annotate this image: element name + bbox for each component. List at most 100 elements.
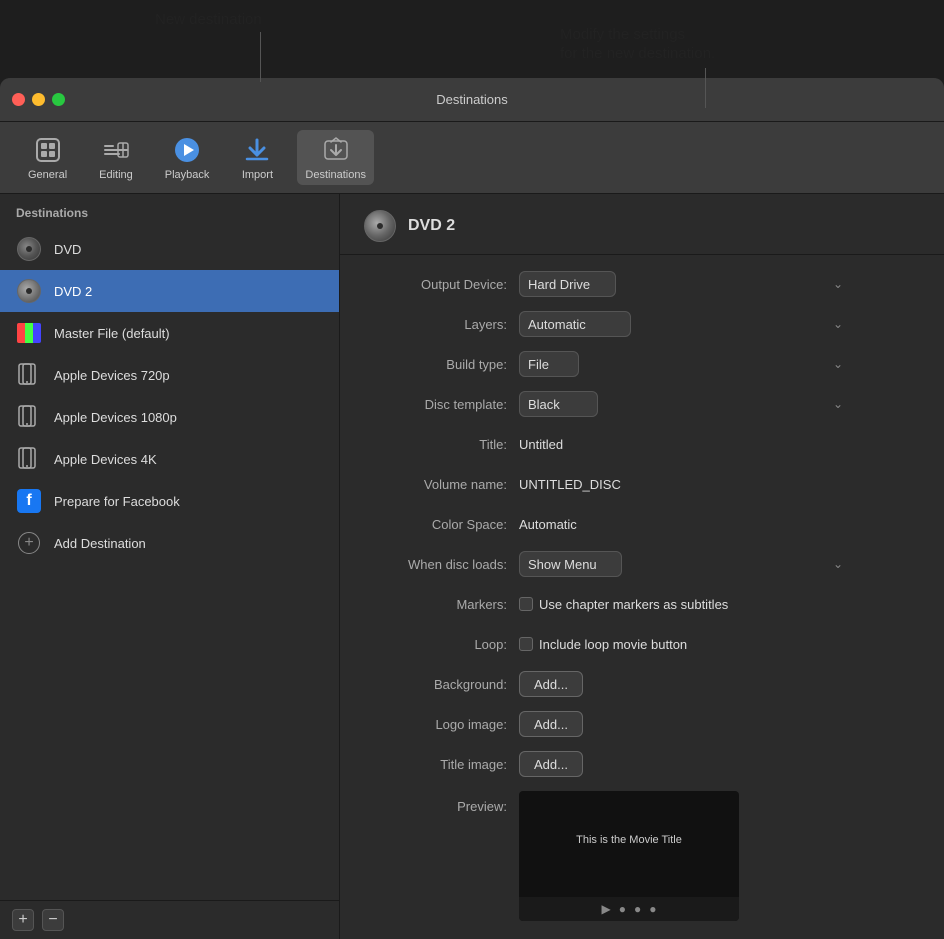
background-add-button[interactable]: Add... [519,671,583,697]
add-destination-button[interactable]: + [12,909,34,931]
sidebar-item-facebook-label: Prepare for Facebook [54,494,180,509]
sidebar-item-add-destination[interactable]: + Add Destination [0,522,339,564]
detail-dvd-icon [364,210,396,242]
detail-panel: DVD 2 Output Device: Hard Drive DVD Driv… [340,194,944,939]
sidebar-item-dvd2[interactable]: DVD 2 [0,270,339,312]
minimize-button[interactable] [32,93,45,106]
markers-checkbox-label: Use chapter markers as subtitles [539,597,728,612]
background-row: Background: Add... [364,671,920,697]
device720-icon [16,362,42,388]
color-space-row: Color Space: Automatic [364,511,920,537]
title-image-add-button[interactable]: Add... [519,751,583,777]
build-type-row: Build type: File Disc [364,351,920,377]
background-label: Background: [364,677,519,692]
when-disc-loads-row: When disc loads: Show Menu Play Movie [364,551,920,577]
sidebar-item-add-label: Add Destination [54,536,146,551]
close-button[interactable] [12,93,25,106]
toolbar-item-general[interactable]: General [20,130,75,185]
dvd2-icon [16,278,42,304]
markers-checkbox[interactable] [519,597,533,611]
volume-name-value: UNTITLED_DISC [519,477,621,492]
preview-dot1: ● [619,902,626,916]
sidebar-item-facebook[interactable]: f Prepare for Facebook [0,480,339,522]
sidebar-item-apple1080[interactable]: Apple Devices 1080p [0,396,339,438]
toolbar-item-destinations[interactable]: Destinations [297,130,374,185]
markers-checkbox-row: Use chapter markers as subtitles [519,597,728,612]
toolbar-item-import[interactable]: Import [233,130,281,185]
preview-dot2: ● [634,902,641,916]
dvd-icon [16,236,42,262]
preview-box: This is the Movie Title ▶ ● ● ● [519,791,739,921]
traffic-lights [12,93,65,106]
device1080-icon [16,404,42,430]
destinations-icon [320,134,352,166]
sidebar-item-dvd[interactable]: DVD [0,228,339,270]
loop-checkbox-label: Include loop movie button [539,637,687,652]
playback-label: Playback [165,169,210,181]
preview-label: Preview: [364,791,519,814]
sidebar-item-apple4k-label: Apple Devices 4K [54,452,157,467]
logo-image-add-button[interactable]: Add... [519,711,583,737]
volume-name-row: Volume name: UNTITLED_DISC [364,471,920,497]
when-disc-loads-wrapper: Show Menu Play Movie [519,551,849,577]
preview-dot3: ● [649,902,656,916]
general-icon [32,134,64,166]
annotation-line-new-dest [260,32,261,82]
disc-template-wrapper: Black White Custom [519,391,849,417]
toolbar: General Editing [0,122,944,194]
output-device-row: Output Device: Hard Drive DVD Drive File [364,271,920,297]
title-label: Title: [364,437,519,452]
output-device-select[interactable]: Hard Drive DVD Drive File [519,271,616,297]
disc-template-label: Disc template: [364,397,519,412]
build-type-wrapper: File Disc [519,351,849,377]
preview-text: This is the Movie Title [576,834,682,846]
disc-template-select[interactable]: Black White Custom [519,391,598,417]
sidebar-item-dvd2-label: DVD 2 [54,284,92,299]
preview-content: This is the Movie Title [519,791,739,897]
device4k-icon [16,446,42,472]
sidebar-footer: + − [0,900,339,939]
toolbar-item-playback[interactable]: Playback [157,130,218,185]
loop-label: Loop: [364,637,519,652]
volume-name-label: Volume name: [364,477,519,492]
window-title: Destinations [436,92,508,107]
when-disc-loads-select[interactable]: Show Menu Play Movie [519,551,622,577]
facebook-icon: f [16,488,42,514]
playback-icon [171,134,203,166]
loop-checkbox[interactable] [519,637,533,651]
remove-destination-button[interactable]: − [42,909,64,931]
build-type-select[interactable]: File Disc [519,351,579,377]
when-disc-loads-label: When disc loads: [364,557,519,572]
titlebar: Destinations [0,78,944,122]
output-device-wrapper: Hard Drive DVD Drive File [519,271,849,297]
disc-template-row: Disc template: Black White Custom [364,391,920,417]
preview-play-icon[interactable]: ▶ [602,902,611,916]
sidebar-item-apple720[interactable]: Apple Devices 720p [0,354,339,396]
loop-row: Loop: Include loop movie button [364,631,920,657]
sidebar-item-master-label: Master File (default) [54,326,170,341]
color-space-value: Automatic [519,517,577,532]
build-type-label: Build type: [364,357,519,372]
layers-label: Layers: [364,317,519,332]
form-area: Output Device: Hard Drive DVD Drive File… [340,255,944,939]
sidebar: Destinations DVD DVD 2 [0,194,340,939]
detail-title: DVD 2 [408,217,455,235]
markers-row: Markers: Use chapter markers as subtitle… [364,591,920,617]
main-window: Destinations General [0,78,944,939]
sidebar-item-master[interactable]: Master File (default) [0,312,339,354]
destinations-label: Destinations [305,169,366,181]
maximize-button[interactable] [52,93,65,106]
editing-label: Editing [99,169,133,181]
title-image-label: Title image: [364,757,519,772]
toolbar-item-editing[interactable]: Editing [91,130,141,185]
detail-header: DVD 2 [340,194,944,255]
sidebar-item-apple4k[interactable]: Apple Devices 4K [0,438,339,480]
import-icon [241,134,273,166]
import-label: Import [242,169,273,181]
preview-row: Preview: This is the Movie Title ▶ ● ● ● [364,791,920,921]
annotation-line-modify [705,68,706,108]
layers-wrapper: Automatic Single Layer Double Layer [519,311,849,337]
layers-select[interactable]: Automatic Single Layer Double Layer [519,311,631,337]
main-content: Destinations DVD DVD 2 [0,194,944,939]
loop-checkbox-row: Include loop movie button [519,637,687,652]
